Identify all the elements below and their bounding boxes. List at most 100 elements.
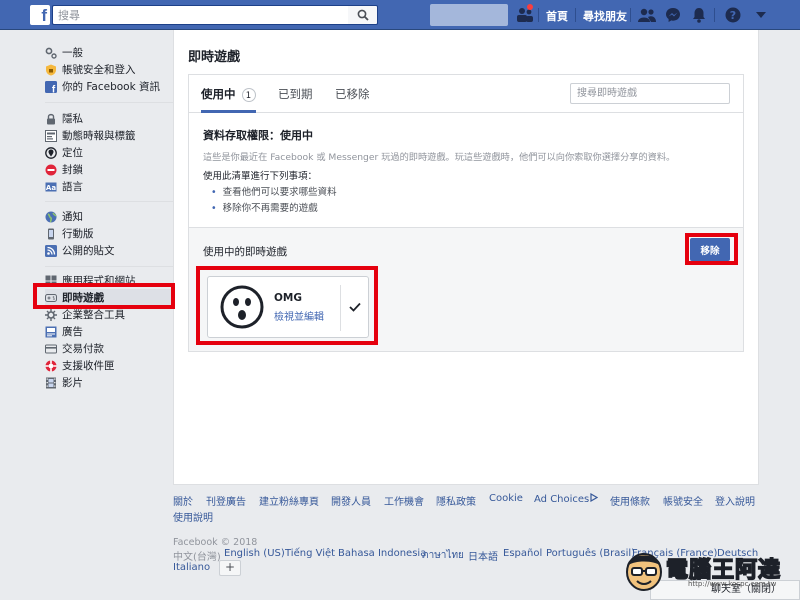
- divider: [630, 8, 631, 22]
- footer-link[interactable]: Cookie: [489, 493, 523, 504]
- footer-link[interactable]: 開發人員: [331, 493, 371, 508]
- home-link[interactable]: 首頁: [546, 8, 568, 24]
- permission-title: 資料存取權限：使用中: [203, 129, 313, 142]
- globe-icon: [45, 211, 57, 223]
- svg-text:?: ?: [730, 9, 736, 22]
- divider: [575, 8, 576, 22]
- sidebar-item-label: 帳號安全和登入: [62, 64, 136, 76]
- sidebar-divider: [45, 102, 175, 103]
- top-navigation-bar: f 首頁 尋找朋友 ?: [0, 0, 800, 30]
- sidebar-item-label: 通知: [62, 211, 83, 223]
- tab-bar: 使用中 1 已到期 已移除: [189, 75, 743, 113]
- sidebar-divider: [45, 266, 175, 267]
- quick-help-button[interactable]: ?: [722, 5, 744, 25]
- notifications-button[interactable]: [688, 5, 710, 25]
- sidebar-item-label: 廣告: [62, 326, 83, 338]
- tab-label: 使用中: [201, 87, 236, 101]
- sidebar-divider: [45, 201, 175, 202]
- language-link[interactable]: 日本語: [468, 548, 498, 563]
- search-input[interactable]: [53, 6, 348, 24]
- sidebar-item-label: 企業整合工具: [62, 309, 125, 321]
- sidebar-item-timeline-tagging[interactable]: 動態時報與標籤: [45, 127, 175, 144]
- permission-bullet: 查看他們可以要求哪些資料: [211, 185, 337, 201]
- language-link[interactable]: Tiếng Việt: [285, 548, 335, 559]
- sidebar-item-label: 一般: [62, 47, 83, 59]
- page-title: 即時遊戲: [188, 50, 241, 65]
- language-link[interactable]: ภาษาไทย: [422, 548, 464, 563]
- notification-dot: [527, 4, 533, 10]
- footer-link-ad-choices[interactable]: Ad Choices: [534, 492, 599, 505]
- sidebar-item-security[interactable]: 帳號安全和登入: [45, 61, 175, 78]
- search-field[interactable]: [52, 5, 348, 25]
- footer-link[interactable]: 使用條款: [610, 493, 650, 508]
- timeline-icon: [45, 129, 57, 142]
- sidebar-item-label: 封鎖: [62, 164, 83, 176]
- language-link[interactable]: Italiano: [173, 562, 210, 573]
- sidebar-item-blocking[interactable]: 封鎖: [45, 161, 175, 178]
- sidebar-item-videos[interactable]: 影片: [45, 374, 175, 391]
- profile-link[interactable]: [430, 4, 508, 26]
- friend-requests-button[interactable]: [636, 5, 658, 25]
- ads-icon: [45, 326, 57, 338]
- language-icon: Aa: [45, 181, 57, 193]
- messenger-button[interactable]: [662, 5, 684, 25]
- permission-description: 這些是你最近在 Facebook 或 Messenger 玩過的即時遊戲。玩這些…: [203, 152, 676, 163]
- account-menu-button[interactable]: [750, 5, 772, 25]
- sidebar-item-privacy[interactable]: 隱私: [45, 110, 175, 127]
- footer-link[interactable]: 帳號安全: [663, 493, 703, 508]
- sidebar-item-language[interactable]: Aa 語言: [45, 178, 175, 195]
- footer-link[interactable]: 隱私政策: [436, 493, 476, 508]
- sidebar-item-support-inbox[interactable]: 支援收件匣: [45, 357, 175, 374]
- divider: [538, 8, 539, 22]
- bell-icon: [693, 8, 705, 23]
- footer-link[interactable]: 登入說明: [715, 493, 755, 508]
- friends-icon: [638, 8, 656, 22]
- copyright: Facebook © 2018: [173, 537, 258, 548]
- permission-bullet: 移除你不再需要的遊戲: [211, 201, 337, 217]
- sidebar-item-label: 公開的貼文: [62, 245, 115, 257]
- add-language-button[interactable]: +: [219, 560, 241, 576]
- sidebar-item-public-posts[interactable]: 公開的貼文: [45, 242, 175, 259]
- language-link[interactable]: Español: [503, 548, 542, 559]
- footer-link[interactable]: 工作機會: [384, 493, 424, 508]
- sidebar-item-label: 行動版: [62, 228, 94, 240]
- instant-games-search-input[interactable]: [571, 84, 729, 103]
- footer-link[interactable]: 使用說明: [173, 509, 213, 524]
- sidebar-item-your-facebook-info[interactable]: f 你的 Facebook 資訊: [45, 78, 175, 95]
- sidebar-item-label: 隱私: [62, 113, 83, 125]
- sidebar-item-general[interactable]: 一般: [45, 44, 175, 61]
- tab-active[interactable]: 使用中 1: [201, 75, 256, 113]
- facebook-logo[interactable]: f: [30, 5, 50, 25]
- sidebar-item-label: 支援收件匣: [62, 360, 115, 372]
- tab-expired[interactable]: 已到期: [278, 75, 313, 113]
- shield-icon: [45, 64, 57, 76]
- block-icon: [45, 164, 57, 176]
- sidebar-item-ads[interactable]: 廣告: [45, 323, 175, 340]
- search-button[interactable]: [348, 5, 378, 25]
- sidebar-item-label: 影片: [62, 377, 83, 389]
- mobile-icon: [45, 228, 57, 240]
- highlight-box-sidebar: [33, 283, 175, 309]
- sidebar-item-notifications[interactable]: 通知: [45, 208, 175, 225]
- permission-bullets: 查看他們可以要求哪些資料 移除你不再需要的遊戲: [211, 185, 337, 217]
- language-link[interactable]: English (US): [224, 548, 285, 559]
- search-icon: [357, 9, 369, 21]
- footer-link[interactable]: 關於: [173, 493, 193, 508]
- sidebar-item-payments[interactable]: 交易付款: [45, 340, 175, 357]
- watermark-url: http://www.kocpc.com.tw: [688, 580, 777, 588]
- location-icon: [45, 146, 57, 159]
- find-friends-link[interactable]: 尋找朋友: [583, 8, 627, 24]
- footer-link[interactable]: 建立粉絲專頁: [259, 493, 319, 508]
- tab-removed[interactable]: 已移除: [335, 75, 370, 113]
- footer-link[interactable]: 刊登廣告: [206, 493, 246, 508]
- tab-count-badge: 1: [241, 87, 256, 102]
- card-icon: [45, 343, 57, 355]
- sidebar-item-location[interactable]: 定位: [45, 144, 175, 161]
- footer-link-label: Ad Choices: [534, 494, 590, 505]
- sidebar-item-label: 語言: [62, 181, 83, 193]
- active-games-label: 使用中的即時遊戲: [203, 246, 287, 258]
- language-link[interactable]: Bahasa Indonesia: [338, 548, 426, 559]
- instant-games-search[interactable]: [570, 83, 730, 104]
- sidebar-item-mobile[interactable]: 行動版: [45, 225, 175, 242]
- sidebar-item-label: 交易付款: [62, 343, 104, 355]
